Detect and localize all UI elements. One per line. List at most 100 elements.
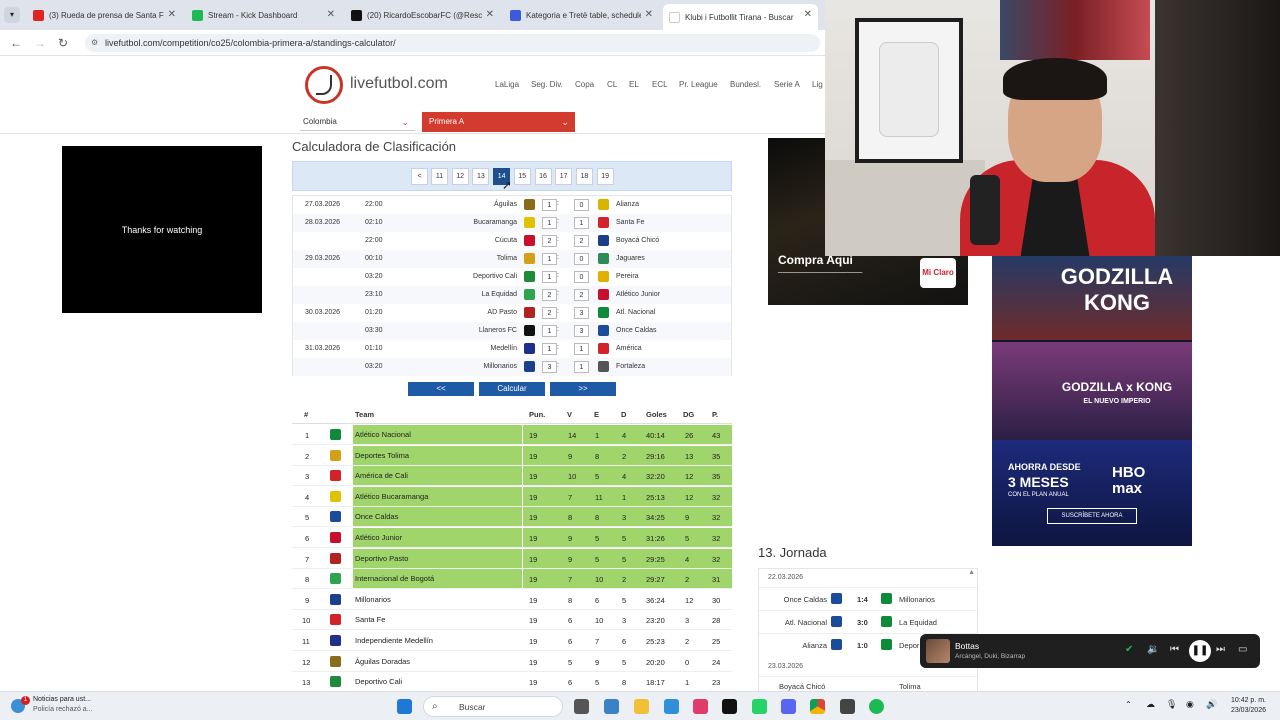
next-track-icon[interactable]: ⏭ xyxy=(1216,644,1225,655)
discord-icon[interactable] xyxy=(781,699,796,714)
team-name[interactable]: Deportes Tolima xyxy=(353,445,522,465)
away-score-input[interactable]: 0 xyxy=(574,199,589,211)
nav-link[interactable]: Lig xyxy=(812,80,823,89)
microphone-icon[interactable]: 🎙 xyxy=(1166,699,1177,710)
round-button[interactable]: 19 xyxy=(596,168,614,185)
home-score-input[interactable]: 2 xyxy=(542,307,557,319)
close-tab-icon[interactable]: ✕ xyxy=(486,9,494,20)
tray-chevron-icon[interactable]: ⌃ xyxy=(1125,700,1132,709)
file-explorer-icon[interactable] xyxy=(634,699,649,714)
table-row[interactable]: 1 Atlético Nacional 19 14 1 4 40:14 26 43 xyxy=(292,425,732,445)
browser-tab[interactable]: Kategoria e Tretë table, schedule ✕ xyxy=(504,4,659,26)
whatsapp-icon[interactable] xyxy=(752,699,767,714)
pause-icon[interactable]: ❚❚ xyxy=(1189,640,1211,662)
list-item[interactable]: Once Caldas 1:4 Millonarios xyxy=(759,587,977,609)
app-icon[interactable] xyxy=(693,699,708,714)
next-round-button[interactable]: >> xyxy=(550,382,616,396)
nav-link[interactable]: ECL xyxy=(652,80,668,89)
team-name[interactable]: Atlético Junior xyxy=(353,528,522,547)
team-name[interactable]: Atlético Nacional xyxy=(353,425,522,444)
browser-tab[interactable]: Stream - Kick Dashboard ✕ xyxy=(186,4,341,26)
home-score-input[interactable]: 2 xyxy=(542,289,557,301)
nav-link[interactable]: Copa xyxy=(575,80,594,89)
table-row[interactable]: 6 Atlético Junior 19 9 5 5 31:26 5 32 xyxy=(292,528,732,548)
home-score-input[interactable]: 1 xyxy=(542,253,557,265)
round-button[interactable]: 16 xyxy=(534,168,552,185)
away-score-input[interactable]: 1 xyxy=(574,361,589,373)
away-score-input[interactable]: 1 xyxy=(574,217,589,229)
tab-menu-chevron-icon[interactable]: ▾ xyxy=(4,7,20,23)
browser-tab[interactable]: Klubi i Futbollit Tirana - Buscar ✕ xyxy=(663,4,818,30)
windows-start-icon[interactable] xyxy=(397,699,412,714)
obs-icon[interactable] xyxy=(840,699,855,714)
volume-icon[interactable]: 🔉 xyxy=(1147,644,1159,655)
back-arrow-icon[interactable]: ← xyxy=(10,36,22,50)
nav-link[interactable]: CL xyxy=(607,80,617,89)
browser-tab[interactable]: (3) Rueda de prensa de Santa F ✕ xyxy=(27,4,182,26)
round-button[interactable]: 12 xyxy=(451,168,469,185)
team-name[interactable]: Águilas Doradas xyxy=(353,652,522,671)
wifi-icon[interactable]: ◉ xyxy=(1186,699,1194,710)
previous-round-button[interactable]: << xyxy=(408,382,474,396)
widgets-icon[interactable] xyxy=(604,699,619,714)
round-button[interactable]: 11 xyxy=(431,168,448,185)
table-row[interactable]: 12 Águilas Doradas 19 5 9 5 20:20 0 24 xyxy=(292,652,732,672)
team-name[interactable]: América de Cali xyxy=(353,466,522,486)
nav-link[interactable]: Serie A xyxy=(774,80,800,89)
table-row[interactable]: 8 Internacional de Bogotá 19 7 10 2 29:27 2 31 xyxy=(292,569,732,590)
list-item[interactable]: Atl. Nacional 3:0 La Equidad xyxy=(759,610,977,632)
forward-arrow-icon[interactable]: → xyxy=(34,36,46,50)
team-name[interactable]: Once Caldas xyxy=(353,507,522,527)
taskbar-search[interactable]: ⌕ Buscar xyxy=(423,696,563,717)
scroll-up-icon[interactable]: ▲ xyxy=(968,569,975,576)
table-row[interactable]: 7 Deportivo Pasto 19 9 5 5 29:25 4 32 xyxy=(292,548,732,569)
reload-icon[interactable]: ↻ xyxy=(58,36,68,50)
check-icon[interactable]: ✔ xyxy=(1125,644,1133,655)
nav-link[interactable]: Seg. Div. xyxy=(531,80,563,89)
url-field[interactable]: ⚙ livefutbol.com/competition/co25/colomb… xyxy=(85,34,820,52)
table-row[interactable]: 4 Atlético Bucaramanga 19 7 11 1 25:13 12 32 xyxy=(292,486,732,507)
away-score-input[interactable]: 0 xyxy=(574,271,589,283)
team-name[interactable]: Deportivo Pasto xyxy=(353,548,522,568)
home-score-input[interactable]: 1 xyxy=(542,271,557,283)
home-score-input[interactable]: 1 xyxy=(542,343,557,355)
away-score-input[interactable]: 3 xyxy=(574,307,589,319)
cloud-icon[interactable]: ☁ xyxy=(1146,699,1155,710)
hbo-subscribe-button[interactable]: SUSCRÍBETE AHORA xyxy=(1047,508,1137,524)
video-player[interactable]: Thanks for watching xyxy=(62,146,262,313)
close-tab-icon[interactable]: ✕ xyxy=(645,9,653,20)
table-row[interactable]: 9 Millonarios 19 8 6 5 36:24 12 30 xyxy=(292,590,732,610)
nav-link[interactable]: EL xyxy=(629,80,639,89)
team-name[interactable]: Atlético Bucaramanga xyxy=(353,486,522,506)
home-score-input[interactable]: 3 xyxy=(542,361,557,373)
site-logo-icon[interactable] xyxy=(305,66,343,104)
league-select[interactable]: Primera A ⌄ xyxy=(422,112,575,132)
team-name[interactable]: Deportivo Cali xyxy=(353,672,522,689)
close-tab-icon[interactable]: ✕ xyxy=(327,9,335,20)
chrome-icon[interactable] xyxy=(810,699,825,714)
news-widget[interactable]: 1 Noticias para ust... Policía rechazó a… xyxy=(8,695,93,715)
nav-link[interactable]: Pr. League xyxy=(679,80,718,89)
home-score-input[interactable]: 1 xyxy=(542,199,557,211)
task-view-icon[interactable] xyxy=(574,699,589,714)
table-row[interactable]: 13 Deportivo Cali 19 6 5 8 18:17 1 23 xyxy=(292,672,732,689)
away-score-input[interactable]: 2 xyxy=(574,235,589,247)
home-score-input[interactable]: 2 xyxy=(542,235,557,247)
round-button[interactable]: 17 xyxy=(555,168,573,185)
calculate-button[interactable]: Calcular xyxy=(479,382,545,396)
close-tab-icon[interactable]: ✕ xyxy=(804,9,812,20)
round-button[interactable]: 15 xyxy=(513,168,531,185)
store-icon[interactable] xyxy=(664,699,679,714)
browser-tab[interactable]: (20) RicardoEscobarFC (@Rescob ✕ xyxy=(345,4,500,26)
speaker-icon[interactable]: 🔊 xyxy=(1206,699,1217,710)
hbo-max-ad[interactable]: GODZILLA KONG GODZILLA x KONG EL NUEVO I… xyxy=(992,256,1192,546)
country-select[interactable]: Colombia ⌄ xyxy=(300,113,415,131)
team-name[interactable]: Santa Fe xyxy=(353,610,522,629)
close-tab-icon[interactable]: ✕ xyxy=(168,9,176,20)
away-score-input[interactable]: 1 xyxy=(574,343,589,355)
previous-track-icon[interactable]: ⏮ xyxy=(1170,644,1179,655)
home-score-input[interactable]: 1 xyxy=(542,217,557,229)
table-row[interactable]: 10 Santa Fe 19 6 10 3 23:20 3 28 xyxy=(292,610,732,631)
system-clock[interactable]: 10:42 p. m. 23/03/2026 xyxy=(1231,696,1266,716)
team-name[interactable]: Internacional de Bogotá xyxy=(353,569,522,589)
